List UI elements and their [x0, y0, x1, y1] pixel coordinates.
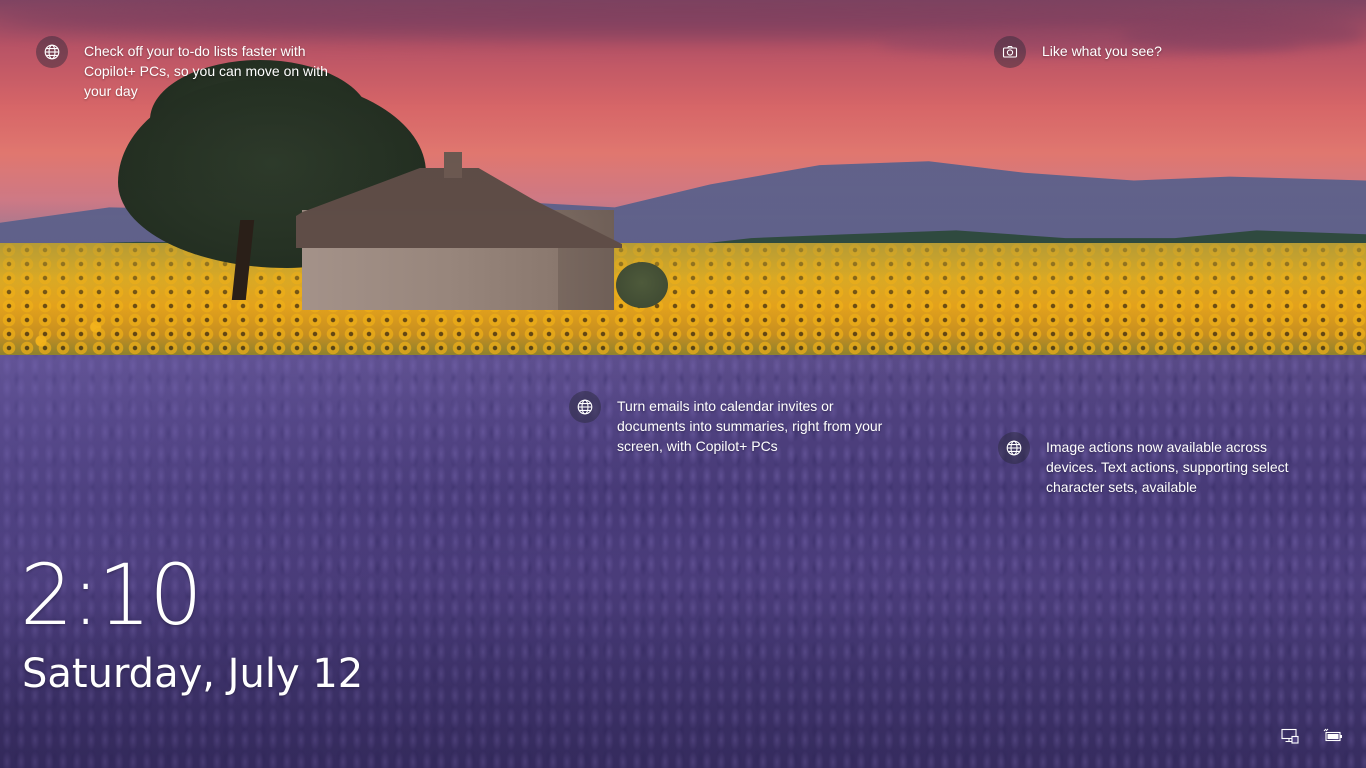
battery-icon[interactable]: [1323, 726, 1343, 746]
globe-icon[interactable]: [998, 432, 1030, 464]
camera-icon[interactable]: [994, 36, 1026, 68]
spotlight-hotspot-image-actions[interactable]: Image actions now available across devic…: [998, 432, 1316, 497]
hotspot-text: Image actions now available across devic…: [1046, 439, 1289, 495]
lockscreen-time: 2:10: [20, 546, 203, 644]
network-icon[interactable]: [1280, 726, 1300, 746]
globe-icon[interactable]: [36, 36, 68, 68]
spotlight-like-what-you-see[interactable]: Like what you see?: [994, 36, 1242, 68]
hotspot-text: Like what you see?: [1042, 43, 1162, 59]
hotspot-text: Check off your to-do lists faster with C…: [84, 43, 328, 99]
spotlight-hotspot-emails[interactable]: Turn emails into calendar invites or doc…: [569, 391, 887, 456]
hotspot-text: Turn emails into calendar invites or doc…: [617, 398, 883, 454]
spotlight-hotspot-todo[interactable]: Check off your to-do lists faster with C…: [36, 36, 354, 101]
lockscreen-date: Saturday, July 12: [22, 651, 364, 697]
globe-icon[interactable]: [569, 391, 601, 423]
